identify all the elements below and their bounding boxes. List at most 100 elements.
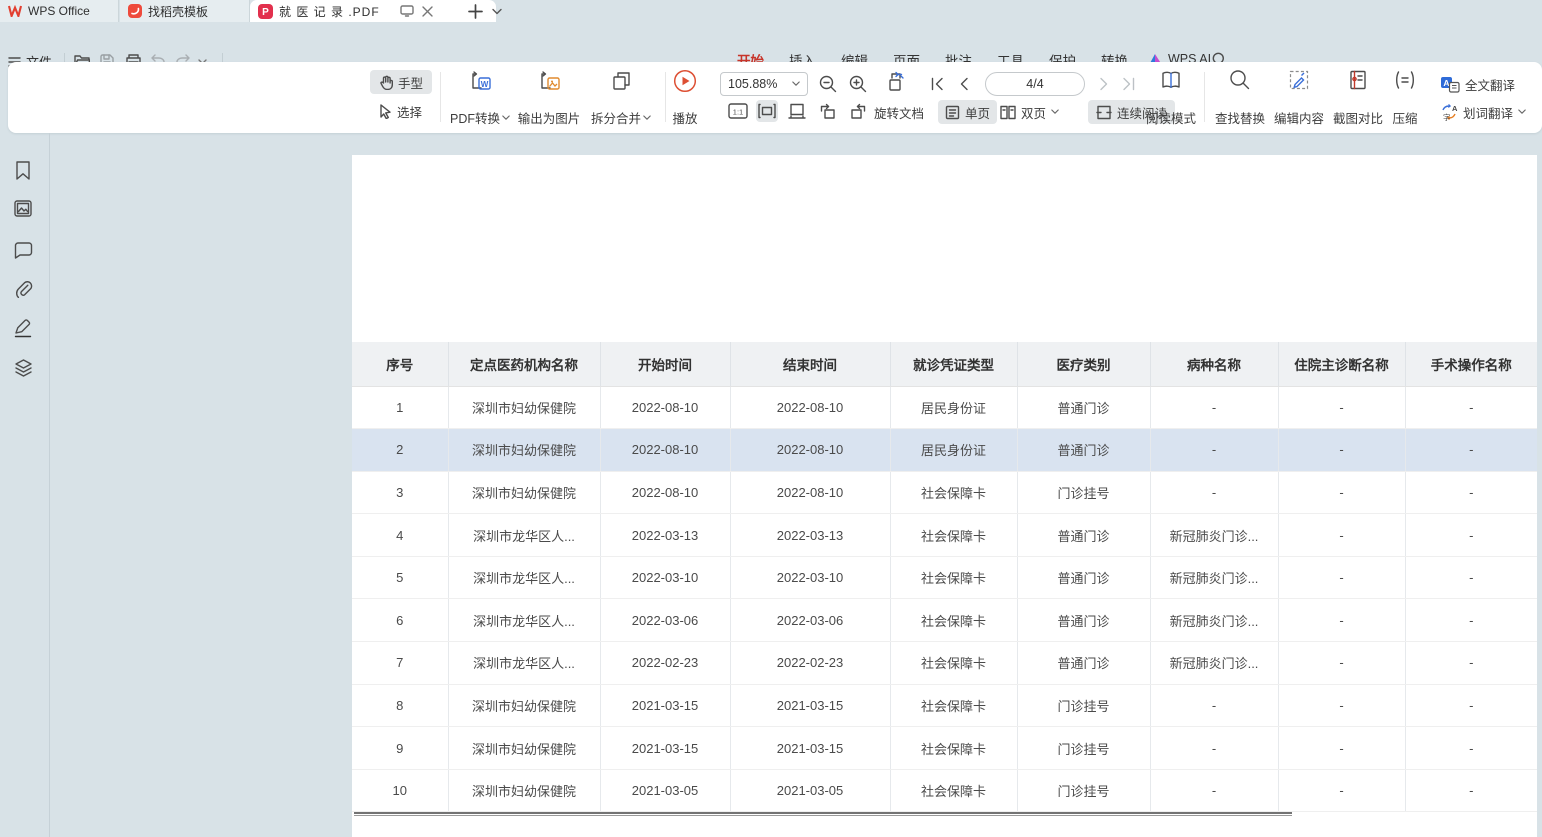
rotate-right-icon[interactable] xyxy=(847,100,869,122)
pdf-convert-button[interactable]: W PDF转换 xyxy=(442,69,518,127)
table-cell: 门诊挂号 xyxy=(1017,471,1150,514)
table-cell: 2022-08-10 xyxy=(600,429,730,472)
table-cell: - xyxy=(1405,514,1537,557)
column-header: 病种名称 xyxy=(1150,342,1278,386)
tab-label: 找稻壳模板 xyxy=(148,3,208,20)
edit-pencil-icon xyxy=(1288,69,1310,91)
signature-pen-icon[interactable] xyxy=(12,317,34,339)
word-translate-label: 划词翻译 xyxy=(1463,103,1513,122)
hand-tool-button[interactable]: 手型 xyxy=(370,70,432,94)
export-image-label: 输出为图片 xyxy=(518,108,581,127)
table-cell: 居民身份证 xyxy=(890,386,1017,429)
table-cell: 深圳市龙华区人... xyxy=(448,514,600,557)
close-tab-icon[interactable] xyxy=(422,6,433,17)
replace-pages-icon[interactable] xyxy=(882,71,904,93)
rotate-doc-button[interactable]: 旋转文档 xyxy=(874,100,924,124)
select-tool-button[interactable]: 选择 xyxy=(370,99,431,123)
medical-records-table: 序号定点医药机构名称开始时间结束时间就诊凭证类型医疗类别病种名称住院主诊断名称手… xyxy=(352,342,1537,812)
tab-docer-templates[interactable]: 找稻壳模板 xyxy=(120,0,250,22)
table-row: 7深圳市龙华区人...2022-02-232022-02-23社会保障卡普通门诊… xyxy=(352,642,1537,685)
table-cell: 深圳市妇幼保健院 xyxy=(448,386,600,429)
edit-content-label: 编辑内容 xyxy=(1274,108,1324,127)
table-cell: - xyxy=(1278,599,1405,642)
table-cell: 2021-03-15 xyxy=(730,727,890,770)
table-row: 8深圳市妇幼保健院2021-03-152021-03-15社会保障卡门诊挂号--… xyxy=(352,684,1537,727)
zoom-out-button[interactable] xyxy=(817,73,839,95)
docer-logo-icon xyxy=(128,4,142,18)
zoom-level-select[interactable]: 105.88% xyxy=(720,72,808,96)
thumbnail-image-icon[interactable] xyxy=(12,197,34,219)
table-cell: 2022-02-23 xyxy=(730,642,890,685)
split-merge-button[interactable]: 拆分合并 xyxy=(583,69,659,127)
table-cell: 深圳市龙华区人... xyxy=(448,642,600,685)
layers-icon[interactable] xyxy=(12,357,34,379)
table-cell: - xyxy=(1150,386,1278,429)
edit-content-button[interactable]: 编辑内容 xyxy=(1267,69,1331,127)
rotate-left-icon[interactable] xyxy=(817,100,839,122)
single-page-button[interactable]: 单页 xyxy=(938,100,997,124)
zoom-in-button[interactable] xyxy=(847,73,869,95)
table-cell: 2022-08-10 xyxy=(600,471,730,514)
first-page-button[interactable] xyxy=(926,73,948,95)
play-icon xyxy=(673,69,697,93)
table-cell: 门诊挂号 xyxy=(1017,684,1150,727)
table-cell: - xyxy=(1405,471,1537,514)
table-cell: - xyxy=(1405,556,1537,599)
table-cell: 社会保障卡 xyxy=(890,556,1017,599)
table-cell: - xyxy=(1150,471,1278,514)
tab-wps-office[interactable]: WPS Office xyxy=(0,0,119,22)
fit-width-button[interactable] xyxy=(756,100,778,122)
table-cell: 5 xyxy=(352,556,448,599)
table-cell: 2022-03-06 xyxy=(730,599,890,642)
actual-size-button[interactable]: 1:1 xyxy=(727,100,749,122)
bookmark-icon[interactable] xyxy=(12,159,34,181)
play-button[interactable]: 播放 xyxy=(658,69,712,127)
double-page-button[interactable]: 双页 xyxy=(1000,100,1059,124)
comment-icon[interactable] xyxy=(12,239,34,261)
attachment-icon[interactable] xyxy=(12,278,34,300)
column-header: 序号 xyxy=(352,342,448,386)
table-cell: - xyxy=(1150,769,1278,812)
column-header: 医疗类别 xyxy=(1017,342,1150,386)
pdf-page: 序号定点医药机构名称开始时间结束时间就诊凭证类型医疗类别病种名称住院主诊断名称手… xyxy=(352,155,1537,837)
read-mode-label: 阅读模式 xyxy=(1146,108,1196,127)
last-page-button[interactable] xyxy=(1118,73,1140,95)
table-cell: 2022-03-13 xyxy=(600,514,730,557)
page-number-input[interactable] xyxy=(985,72,1085,96)
tab-list-chevron-icon[interactable] xyxy=(492,0,502,22)
table-cell: 社会保障卡 xyxy=(890,642,1017,685)
table-cell: 普通门诊 xyxy=(1017,556,1150,599)
full-translate-icon: A xyxy=(1440,75,1460,93)
table-cell: 2022-03-10 xyxy=(600,556,730,599)
find-replace-button[interactable]: 查找替换 xyxy=(1208,69,1272,127)
table-cell: 社会保障卡 xyxy=(890,514,1017,557)
word-translate-button[interactable]: 字A 划词翻译 xyxy=(1440,100,1526,124)
table-row: 4深圳市龙华区人...2022-03-132022-03-13社会保障卡普通门诊… xyxy=(352,514,1537,557)
full-translate-button[interactable]: A 全文翻译 xyxy=(1440,72,1515,96)
table-cell: - xyxy=(1278,556,1405,599)
compress-button[interactable]: 压缩 xyxy=(1381,69,1429,127)
tab-document-active[interactable]: P 就 医 记 录 .PDF xyxy=(250,0,496,22)
table-row: 5深圳市龙华区人...2022-03-102022-03-10社会保障卡普通门诊… xyxy=(352,556,1537,599)
svg-text:字: 字 xyxy=(1443,112,1451,121)
next-page-button[interactable] xyxy=(1093,73,1115,95)
pdf-file-icon: P xyxy=(258,4,273,19)
svg-text:A: A xyxy=(1452,104,1458,113)
monitor-icon[interactable] xyxy=(400,5,414,17)
select-tool-label: 选择 xyxy=(397,102,422,121)
screenshot-compare-label: 截图对比 xyxy=(1333,108,1383,127)
previous-page-button[interactable] xyxy=(953,73,975,95)
table-row: 6深圳市龙华区人...2022-03-062022-03-06社会保障卡普通门诊… xyxy=(352,599,1537,642)
compress-label: 压缩 xyxy=(1392,108,1417,127)
export-image-button[interactable]: 输出为图片 xyxy=(511,69,587,127)
table-header-row: 序号定点医药机构名称开始时间结束时间就诊凭证类型医疗类别病种名称住院主诊断名称手… xyxy=(352,342,1537,386)
fit-page-button[interactable] xyxy=(786,100,808,122)
read-mode-button[interactable]: 阅读模式 xyxy=(1141,69,1201,127)
new-tab-button[interactable] xyxy=(468,0,483,22)
export-image-icon xyxy=(537,69,561,93)
table-cell: 2021-03-15 xyxy=(730,684,890,727)
table-cell: 社会保障卡 xyxy=(890,727,1017,770)
column-header: 住院主诊断名称 xyxy=(1278,342,1405,386)
table-cell: 普通门诊 xyxy=(1017,429,1150,472)
table-cell: - xyxy=(1278,386,1405,429)
